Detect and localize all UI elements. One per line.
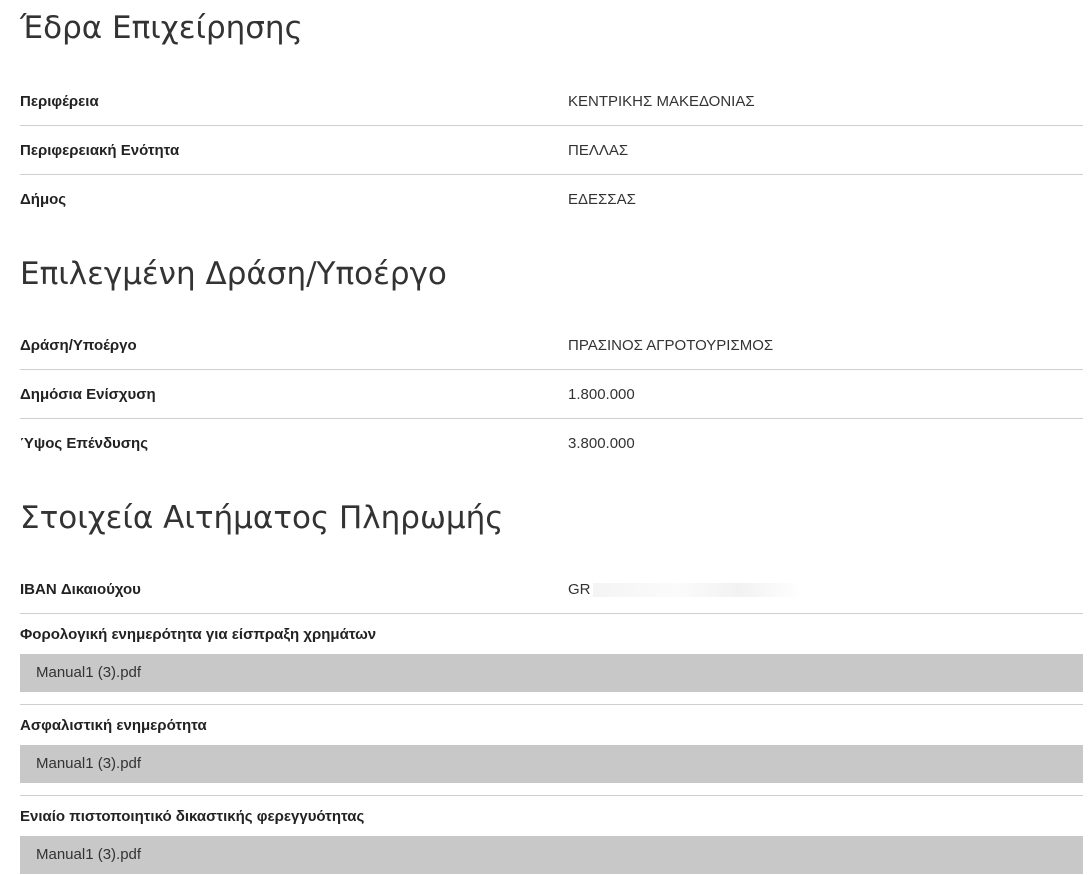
- field-value: 3.800.000: [568, 435, 635, 452]
- file-download-link[interactable]: Manual1 (3).pdf: [20, 745, 1083, 783]
- iban-row: IBAN Δικαιούχου GR: [20, 565, 1083, 614]
- field-label: Περιφερειακή Ενότητα: [20, 142, 180, 159]
- table-row: Ύψος Επένδυσης 3.800.000: [20, 419, 1083, 468]
- file-field-insurance-clearance: Ασφαλιστική ενημερότητα Manual1 (3).pdf: [20, 705, 1083, 796]
- file-name: Manual1 (3).pdf: [36, 664, 142, 681]
- file-field-tax-clearance: Φορολογική ενημερότητα για είσπραξη χρημ…: [20, 614, 1083, 705]
- field-label: Δήμος: [20, 191, 67, 208]
- field-value: ΠΕΛΛΑΣ: [568, 142, 629, 159]
- file-field-solvency-certificate: Ενιαίο πιστοποιητικό δικαστικής φερεγγυό…: [20, 796, 1083, 875]
- field-label: Περιφέρεια: [20, 93, 99, 110]
- field-value: ΚΕΝΤΡΙΚΗΣ ΜΑΚΕΔΟΝΙΑΣ: [568, 93, 755, 110]
- iban-value: GR: [568, 581, 591, 598]
- file-field-label: Ενιαίο πιστοποιητικό δικαστικής φερεγγυό…: [20, 808, 365, 825]
- action-section-title: Επιλεγμένη Δράση/Υποέργο: [20, 256, 447, 292]
- table-row: Περιφερειακή Ενότητα ΠΕΛΛΑΣ: [20, 126, 1083, 175]
- file-field-label: Ασφαλιστική ενημερότητα: [20, 717, 207, 734]
- file-download-link[interactable]: Manual1 (3).pdf: [20, 654, 1083, 692]
- field-label: Δημόσια Ενίσχυση: [20, 386, 156, 403]
- table-row: Δράση/Υποέργο ΠΡΑΣΙΝΟΣ ΑΓΡΟΤΟΥΡΙΣΜΟΣ: [20, 321, 1083, 370]
- iban-label: IBAN Δικαιούχου: [20, 581, 141, 598]
- file-name: Manual1 (3).pdf: [36, 755, 142, 772]
- table-row: Δημόσια Ενίσχυση 1.800.000: [20, 370, 1083, 419]
- payment-section-title: Στοιχεία Αιτήματος Πληρωμής: [20, 500, 504, 536]
- field-label: Ύψος Επένδυσης: [20, 435, 148, 452]
- field-value: ΕΔΕΣΣΑΣ: [568, 191, 636, 208]
- iban-value-wrap: GR: [568, 581, 803, 598]
- field-value: 1.800.000: [568, 386, 635, 403]
- file-field-label: Φορολογική ενημερότητα για είσπραξη χρημ…: [20, 626, 377, 643]
- file-download-link[interactable]: Manual1 (3).pdf: [20, 836, 1083, 874]
- field-value: ΠΡΑΣΙΝΟΣ ΑΓΡΟΤΟΥΡΙΣΜΟΣ: [568, 337, 774, 354]
- seat-table: Περιφέρεια ΚΕΝΤΡΙΚΗΣ ΜΑΚΕΔΟΝΙΑΣ Περιφερε…: [20, 77, 1083, 224]
- field-label: Δράση/Υποέργο: [20, 337, 137, 354]
- table-row: Περιφέρεια ΚΕΝΤΡΙΚΗΣ ΜΑΚΕΔΟΝΙΑΣ: [20, 77, 1083, 126]
- seat-section-title: Έδρα Επιχείρησης: [20, 10, 303, 46]
- table-row: Δήμος ΕΔΕΣΣΑΣ: [20, 175, 1083, 224]
- action-table: Δράση/Υποέργο ΠΡΑΣΙΝΟΣ ΑΓΡΟΤΟΥΡΙΣΜΟΣ Δημ…: [20, 321, 1083, 468]
- file-name: Manual1 (3).pdf: [36, 846, 142, 863]
- iban-redaction: [592, 583, 803, 598]
